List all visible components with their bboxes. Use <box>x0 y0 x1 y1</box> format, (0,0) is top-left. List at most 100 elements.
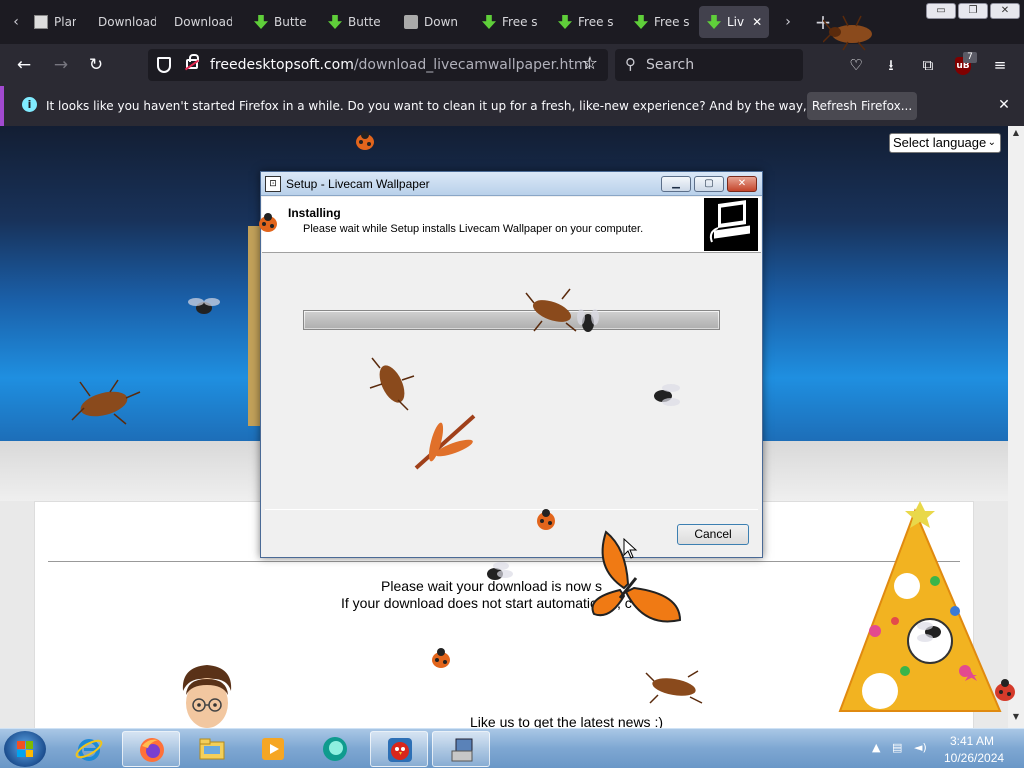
close-notification-icon[interactable]: ✕ <box>995 96 1013 114</box>
tab-item[interactable]: Free s <box>626 6 690 38</box>
taskbar-setup[interactable] <box>432 731 490 767</box>
media-player-icon <box>262 738 284 760</box>
taskbar-firefox[interactable] <box>122 731 180 767</box>
extensions-icon[interactable]: ⧉ <box>917 54 939 76</box>
close-window-button[interactable]: ✕ <box>990 3 1020 19</box>
ladybug-icon <box>995 679 1015 701</box>
taskbar-file-explorer[interactable] <box>183 731 241 767</box>
insecure-lock-icon[interactable] <box>186 54 199 69</box>
forward-icon[interactable]: → <box>48 52 74 78</box>
tab-item[interactable]: Down <box>396 6 462 38</box>
fly-icon <box>487 562 513 580</box>
cancel-button[interactable]: Cancel <box>677 524 749 545</box>
extension-badge: 7 <box>963 52 977 63</box>
tab-scroll-right-icon[interactable]: › <box>776 10 800 34</box>
dialog-header: Installing Please wait while Setup insta… <box>262 197 761 253</box>
pocket-icon[interactable]: ♡ <box>845 54 867 76</box>
page-icon <box>34 15 48 29</box>
taskbar-media-player[interactable] <box>244 731 302 767</box>
reload-icon[interactable]: ↻ <box>83 52 109 78</box>
ladybug-icon <box>432 648 450 668</box>
ladybug-icon <box>356 131 374 150</box>
setup-dialog: ⊡ Setup - Livecam Wallpaper ▁ ▢ ✕ Instal… <box>260 171 763 558</box>
cockroach-icon <box>369 357 415 411</box>
taskbar: ▲ ▤ ◄) 3:41 AM 10/26/2024 <box>0 728 1024 768</box>
folder-icon <box>199 738 225 760</box>
url-domain: freedesktopsoft.com <box>210 57 354 73</box>
download-arrow-icon <box>634 15 648 29</box>
system-tray: ▲ ▤ ◄) 3:41 AM 10/26/2024 <box>866 729 1024 768</box>
tab-item[interactable]: Free s <box>550 6 614 38</box>
page-icon <box>404 15 418 29</box>
start-button[interactable] <box>4 731 46 767</box>
shield-icon[interactable] <box>157 57 171 73</box>
fly-icon <box>917 622 941 642</box>
christmas-tree-icon <box>838 501 1002 712</box>
minimize-window-button[interactable]: ▭ <box>926 3 956 19</box>
setup-app-icon: ⊡ <box>265 176 281 192</box>
dialog-title: Setup - Livecam Wallpaper <box>286 177 430 191</box>
windows-logo-icon <box>17 741 33 757</box>
ladybug-icon <box>537 509 555 530</box>
install-progress-bar <box>303 310 720 330</box>
scroll-up-icon[interactable]: ▲ <box>1011 128 1021 137</box>
like-us-text: Like us to get the latest news :) <box>470 714 663 728</box>
tab-item[interactable]: Free s <box>474 6 538 38</box>
dialog-maximize-button[interactable]: ▢ <box>694 176 724 192</box>
download-arrow-icon <box>558 15 572 29</box>
search-icon: ⚲ <box>625 55 636 73</box>
tab-item[interactable]: Butte <box>320 6 384 38</box>
notification-bar: i It looks like you haven't started Fire… <box>0 86 1024 126</box>
restore-window-button[interactable]: ❐ <box>958 3 988 19</box>
dialog-separator <box>265 509 758 510</box>
cockroach-icon <box>71 379 141 425</box>
dialog-subheading: Please wait while Setup installs Livecam… <box>303 223 644 235</box>
show-hidden-icons-icon[interactable]: ▲ <box>872 741 880 754</box>
url-text[interactable]: freedesktopsoft.com/download_livecamwall… <box>210 57 591 73</box>
tab-item[interactable]: Plant <box>26 6 76 38</box>
tab-item[interactable]: Download <box>166 6 232 38</box>
dragonfly-icon <box>414 414 476 470</box>
fly-icon <box>654 384 680 406</box>
tab-scroll-left-icon[interactable]: ‹ <box>4 10 28 34</box>
download-arrow-icon <box>707 15 721 29</box>
page-scrollbar[interactable]: ▲ ▼ <box>1008 126 1024 728</box>
network-icon[interactable]: ▤ <box>892 741 902 754</box>
clock-time[interactable]: 3:41 AM <box>950 734 994 748</box>
tab-item[interactable]: Download <box>90 6 156 38</box>
close-tab-icon[interactable]: ✕ <box>752 15 762 29</box>
fly-icon <box>577 309 599 332</box>
info-icon: i <box>22 97 37 112</box>
menu-icon[interactable]: ≡ <box>989 54 1011 76</box>
tab-item[interactable]: Butte <box>246 6 310 38</box>
installer-computer-icon <box>704 198 758 251</box>
downloads-icon[interactable]: ⭳ <box>880 54 902 76</box>
language-select[interactable]: Select language ⌄ <box>889 133 1001 153</box>
chat-bubble-icon <box>323 737 347 761</box>
taskbar-internet-explorer[interactable] <box>60 731 118 767</box>
tab-item-active[interactable]: Liv ✕ <box>699 6 769 38</box>
dialog-title-bar[interactable]: ⊡ Setup - Livecam Wallpaper ▁ ▢ ✕ <box>261 172 762 196</box>
clock-date[interactable]: 10/26/2024 <box>944 751 1004 765</box>
bookmark-star-icon[interactable]: ☆ <box>582 53 598 74</box>
taskbar-chat-app[interactable] <box>306 731 364 767</box>
download-arrow-icon <box>254 15 268 29</box>
taskbar-angry-birds[interactable] <box>370 731 428 767</box>
dialog-minimize-button[interactable]: ▁ <box>661 176 691 192</box>
ladybug-icon <box>259 213 277 232</box>
scroll-down-icon[interactable]: ▼ <box>1011 712 1021 721</box>
dialog-heading: Installing <box>288 206 341 220</box>
dialog-close-button[interactable]: ✕ <box>727 176 757 192</box>
refresh-firefox-button[interactable]: Refresh Firefox... <box>807 92 917 120</box>
search-placeholder: Search <box>646 57 695 73</box>
firefox-icon <box>140 738 164 762</box>
download-arrow-icon <box>482 15 496 29</box>
url-path: /download_livecamwallpaper.html <box>353 57 592 73</box>
mouse-cursor-icon <box>623 538 638 559</box>
progress-fill <box>305 312 718 328</box>
url-bar[interactable]: freedesktopsoft.com/download_livecamwall… <box>148 49 608 81</box>
back-icon[interactable]: ← <box>11 52 37 78</box>
search-input[interactable]: ⚲ Search <box>615 49 803 81</box>
internet-explorer-icon <box>75 739 103 761</box>
volume-icon[interactable]: ◄) <box>914 741 927 754</box>
